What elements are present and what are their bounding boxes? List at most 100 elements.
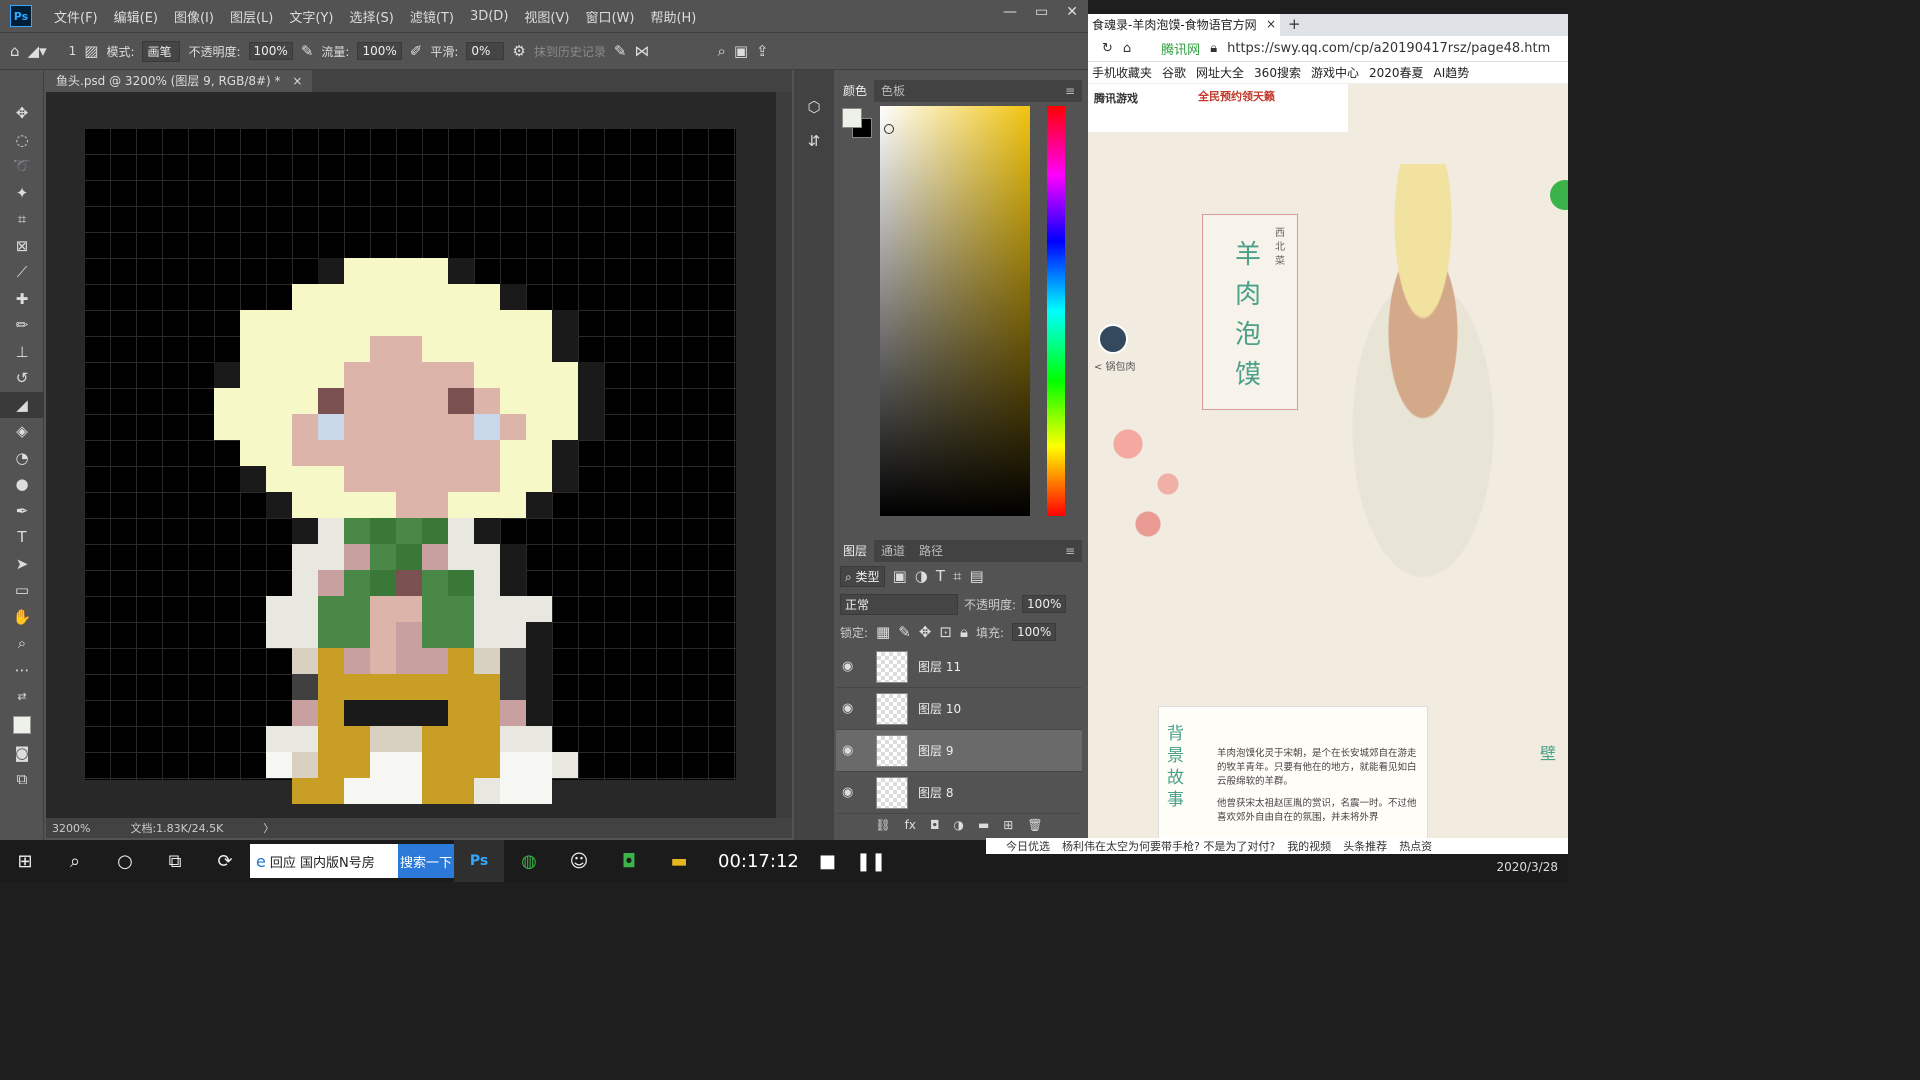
layer-row[interactable]: ◉ 图层 11 (836, 646, 1082, 688)
dodge-tool-icon[interactable]: ● (0, 471, 44, 498)
adjustment-layer-icon[interactable]: ◑ (953, 818, 963, 832)
stamp-tool-icon[interactable]: ⊥ (0, 339, 44, 366)
lock-paint-icon[interactable]: ✎ (898, 623, 911, 641)
marquee-tool-icon[interactable]: ◌ (0, 127, 44, 154)
menu-layer[interactable]: 图层(L) (222, 7, 281, 26)
mode-select[interactable]: 画笔 (142, 40, 181, 62)
healing-tool-icon[interactable]: ✚ (0, 286, 44, 313)
taskbar-search-button[interactable]: 搜索一下 (398, 844, 454, 878)
hue-slider[interactable] (1047, 106, 1065, 516)
pen-tool-icon[interactable]: ✒ (0, 498, 44, 525)
task-view-icon[interactable]: ⧉ (150, 840, 200, 882)
qq-taskbar-icon[interactable]: ☺ (554, 840, 604, 882)
smooth-field[interactable]: 0% (466, 42, 505, 60)
symmetry-icon[interactable]: ⋈ (634, 42, 649, 60)
menu-filter[interactable]: 滤镜(T) (402, 7, 462, 26)
lock-pixels-icon[interactable]: ▦ (876, 623, 890, 641)
floating-badge-icon[interactable] (1550, 180, 1568, 210)
close-icon[interactable]: ✕ (1066, 4, 1078, 20)
tab-layers[interactable]: 图层 (836, 540, 875, 562)
airbrush-icon[interactable]: ✐ (410, 42, 423, 60)
taskbar-search-input[interactable]: e 回应 国内版N号房 (250, 844, 398, 878)
3d-panel-icon[interactable]: ⬡ (794, 98, 834, 116)
pressure-size-icon[interactable]: ✎ (614, 42, 627, 60)
news-item[interactable]: 今日优选 (1006, 838, 1050, 854)
lock-all-icon[interactable]: 🔒︎ (960, 623, 968, 641)
layer-row[interactable]: ◉ 图层 10 (836, 688, 1082, 730)
filter-type-icon[interactable]: T (936, 567, 945, 585)
erase-history-checkbox[interactable]: 抹到历史记录 (534, 43, 606, 60)
bookmark[interactable]: 2020春夏 (1369, 64, 1424, 81)
stop-icon[interactable]: ■ (819, 851, 836, 872)
menu-file[interactable]: 文件(F) (46, 7, 106, 26)
new-tab-icon[interactable]: + (1288, 15, 1301, 33)
layer-row[interactable]: ◉ 图层 8 (836, 772, 1082, 814)
site-badge[interactable]: 腾讯网 (1161, 39, 1200, 58)
magic-wand-tool-icon[interactable]: ✦ (0, 180, 44, 207)
tab-paths[interactable]: 路径 (912, 540, 950, 562)
menu-view[interactable]: 视图(V) (516, 7, 577, 26)
link-layers-icon[interactable]: ⛓ (875, 818, 890, 832)
menu-help[interactable]: 帮助(H) (642, 7, 704, 26)
menu-image[interactable]: 图像(I) (166, 7, 222, 26)
menu-select[interactable]: 选择(S) (341, 7, 401, 26)
bookmark[interactable]: 手机收藏夹 (1092, 64, 1152, 81)
panel-menu-icon[interactable]: ≡ (1058, 80, 1082, 102)
eyedropper-tool-icon[interactable]: ⟋ (0, 259, 44, 286)
close-tab-icon[interactable]: × (1266, 17, 1276, 31)
pixel-art-canvas[interactable] (84, 128, 736, 804)
search-icon[interactable]: ⌕ (50, 840, 100, 882)
browser-tab[interactable]: 食魂录-羊肉泡馍-食物语官方网 (1088, 14, 1280, 36)
cortana-icon[interactable]: ○ (100, 840, 150, 882)
url-field[interactable]: https://swy.qq.com/cp/a20190417rsz/page4… (1227, 41, 1550, 56)
tab-channels[interactable]: 通道 (874, 540, 912, 562)
blend-mode-select[interactable]: 正常 (840, 593, 958, 615)
add-mask-icon[interactable]: ◘ (930, 818, 940, 832)
bookmark[interactable]: AI趋势 (1434, 64, 1470, 81)
history-brush-tool-icon[interactable]: ↺ (0, 365, 44, 392)
document-tab[interactable]: 鱼头.psd @ 3200% (图层 9, RGB/8#) * × (46, 70, 313, 92)
fx-icon[interactable]: fx (905, 818, 916, 832)
opacity-field[interactable]: 100% (248, 42, 293, 60)
start-windows-icon[interactable]: ⊞ (0, 840, 50, 882)
gear-icon[interactable]: ⚙ (512, 42, 525, 60)
status-arrow-icon[interactable]: 〉 (263, 820, 274, 836)
eye-icon[interactable]: ◉ (842, 743, 866, 758)
news-item[interactable]: 头条推荐 (1343, 838, 1387, 854)
wall-tag[interactable]: 壁 (1540, 740, 1556, 764)
workspace-icon[interactable]: ▣ (734, 42, 748, 60)
swap-colors-icon[interactable]: ⇄ (0, 683, 44, 710)
pause-icon[interactable]: ❚❚ (856, 851, 886, 872)
new-group-icon[interactable]: ▬ (978, 818, 989, 832)
bookmark[interactable]: 360搜索 (1254, 64, 1301, 81)
camera-app-icon[interactable]: ◘ (604, 840, 654, 882)
home-icon[interactable]: ⌂ (10, 42, 20, 60)
layer-opacity-field[interactable]: 100% (1022, 595, 1067, 613)
ad-banner[interactable]: 腾讯游戏 全民预约领天籁 (1088, 84, 1348, 132)
quick-mask-icon[interactable]: ◙ (0, 740, 44, 767)
foreground-color-swatch[interactable] (842, 108, 862, 128)
zoom-tool-icon[interactable]: ⌕ (0, 630, 44, 657)
filter-adjust-icon[interactable]: ◑ (915, 567, 928, 585)
share-icon[interactable]: ⇪ (756, 42, 769, 60)
move-tool-icon[interactable]: ✥ (0, 100, 44, 127)
avatar[interactable] (1098, 324, 1128, 354)
browser-taskbar-icon[interactable]: ◍ (504, 840, 554, 882)
menu-window[interactable]: 窗口(W) (577, 7, 642, 26)
tab-color[interactable]: 颜色 (836, 80, 875, 102)
filter-pixel-icon[interactable]: ▣ (893, 567, 907, 585)
new-layer-icon[interactable]: ⊞ (1003, 818, 1013, 832)
layer-filter-select[interactable]: ⌕ 类型 (840, 565, 885, 587)
canvas-scrollbar[interactable] (776, 92, 792, 818)
type-tool-icon[interactable]: T (0, 524, 44, 551)
close-tab-icon[interactable]: × (292, 74, 302, 88)
frame-tool-icon[interactable]: ⊠ (0, 233, 44, 260)
bookmark[interactable]: 游戏中心 (1311, 64, 1359, 81)
eye-icon[interactable]: ◉ (842, 659, 866, 674)
photoshop-taskbar-icon[interactable]: Ps (454, 840, 504, 882)
lock-artboard-icon[interactable]: ⊡ (939, 623, 952, 641)
brush-size-value[interactable]: 1 (69, 44, 77, 58)
filter-shape-icon[interactable]: ⌗ (953, 567, 961, 585)
reload-icon[interactable]: ↻ (1102, 41, 1113, 56)
blur-tool-icon[interactable]: ◔ (0, 445, 44, 472)
